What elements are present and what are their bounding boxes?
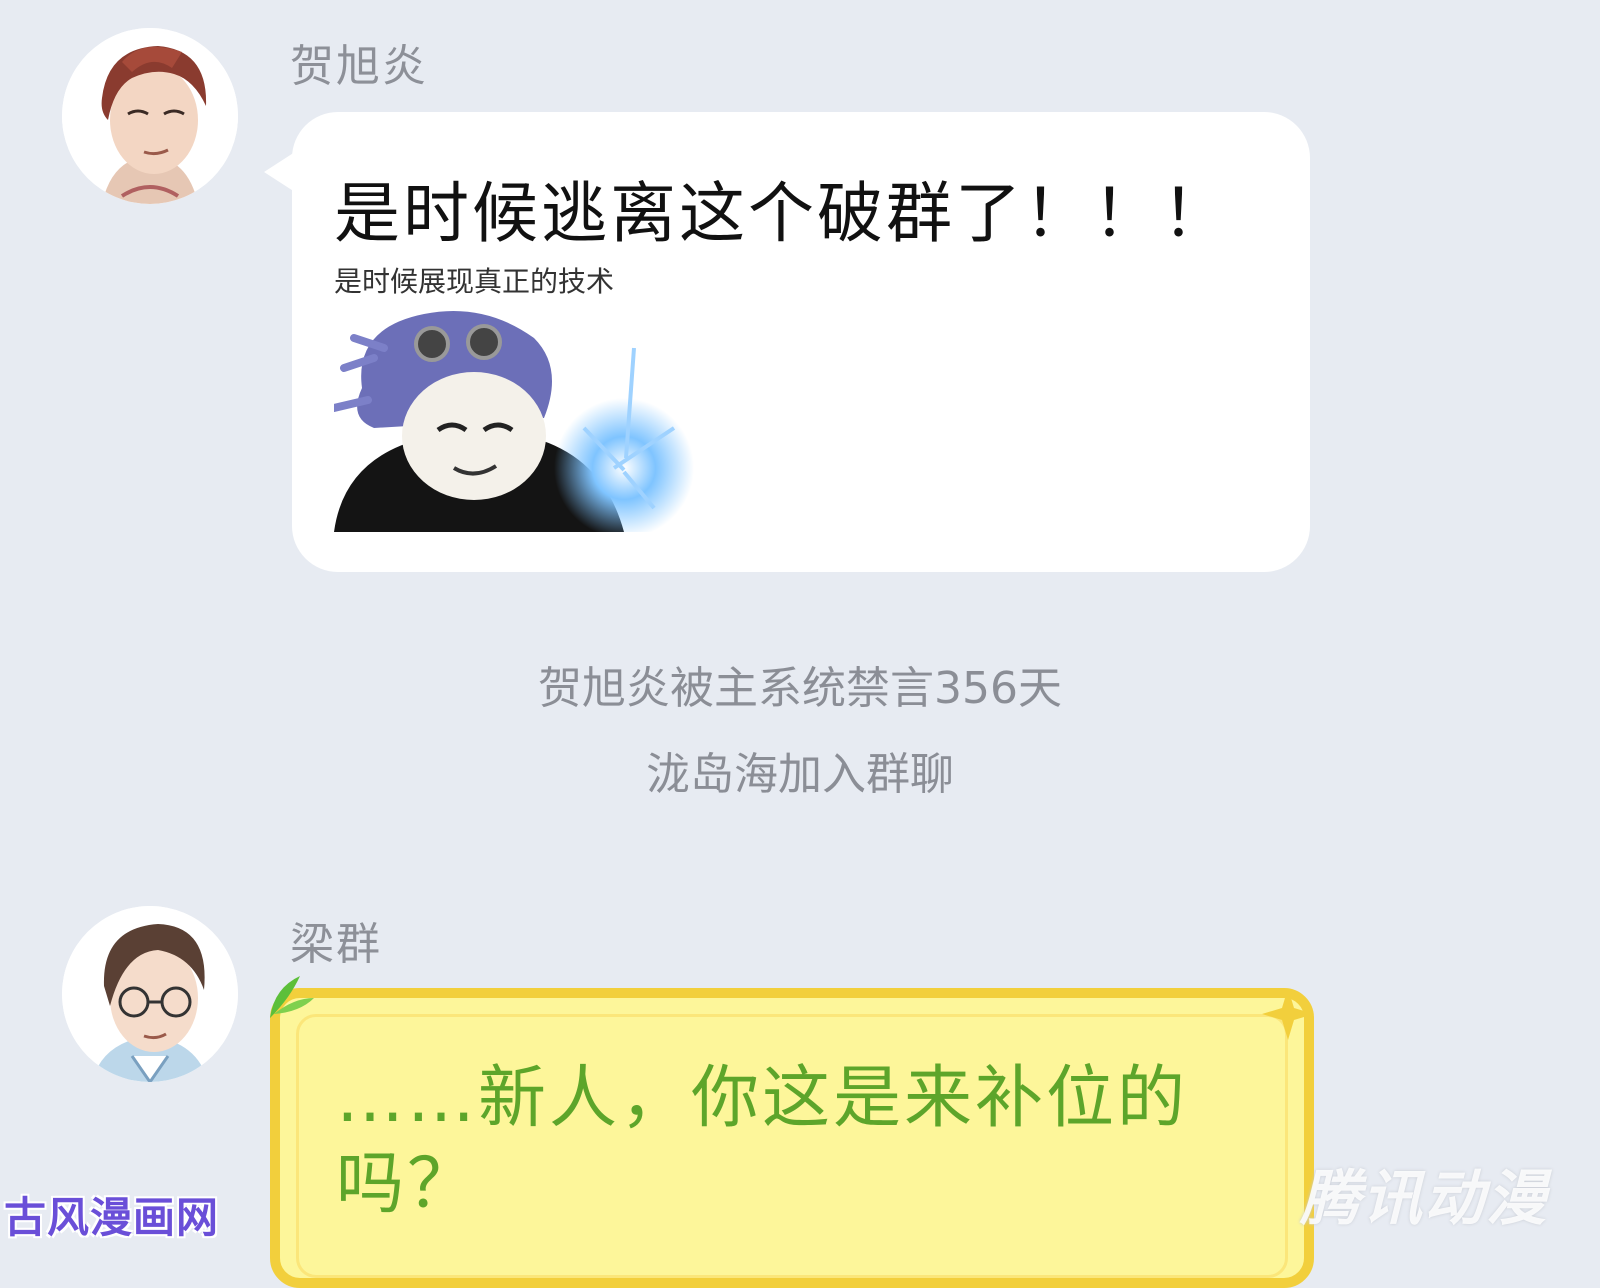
watermark-tencent-logo: 腾讯动漫 [1300, 1164, 1548, 1234]
avatar-he-xuyan[interactable] [62, 28, 238, 204]
system-notice-join: 泷岛海加入群聊 [646, 749, 954, 800]
watermark-site-logo: 古风漫画网 [4, 1193, 220, 1242]
star-decoration-icon [1262, 988, 1314, 1040]
avatar-liang-qun[interactable] [62, 906, 238, 1082]
sender-name: 贺旭炎 [290, 41, 428, 92]
message-text: 是时候逃离这个破群了！！！ [334, 175, 1231, 252]
message-text: ……新人，你这是来补位的吗？ [336, 1059, 1189, 1224]
message-bubble[interactable]: 是时候逃离这个破群了！！！ 是时候展现真正的技术 [292, 112, 1310, 572]
sticker-image[interactable]: 是时候展现真正的技术 [334, 260, 754, 532]
sender-name: 梁群 [290, 919, 382, 970]
leaf-decoration-icon [270, 976, 314, 1018]
system-notice-mute: 贺旭炎被主系统禁言356天 [538, 663, 1062, 714]
message-bubble-yellow[interactable]: ……新人，你这是来补位的吗？ [270, 976, 1314, 1288]
meme-panda-icon [334, 311, 694, 532]
sticker-caption: 是时候展现真正的技术 [334, 265, 615, 298]
